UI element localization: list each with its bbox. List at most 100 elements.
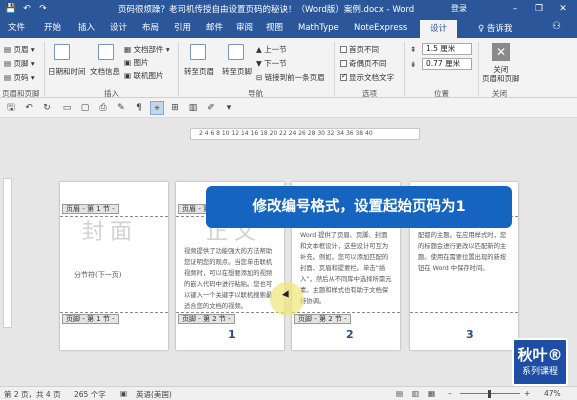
picture-button[interactable]: ▣ 图片: [124, 57, 148, 68]
share-icon[interactable]: ⚇: [552, 21, 561, 32]
tab-references[interactable]: 引用: [174, 21, 191, 36]
horizontal-ruler[interactable]: 2 4 6 8 10 12 14 16 18 20 22 24 26 28 30…: [190, 128, 420, 140]
header-top-icon: ⇞: [410, 45, 417, 54]
tab-review[interactable]: 审阅: [236, 21, 253, 36]
prev-section-button[interactable]: ▲ 上一节: [256, 44, 287, 55]
customize-icon[interactable]: ▾: [222, 101, 236, 115]
redo-icon[interactable]: ↷: [36, 2, 50, 16]
language[interactable]: 英语(美国): [136, 389, 172, 400]
web-layout-icon[interactable]: ▦: [428, 389, 435, 398]
pencil-icon[interactable]: ✐: [204, 101, 218, 115]
ribbon-separator: [478, 42, 479, 96]
zoom-out-icon[interactable]: –: [448, 389, 452, 398]
body-text[interactable]: Word 提供了页眉、页脚、封面和文本框设计，这些设计可互为补充。例如，您可以添…: [300, 230, 392, 312]
new-doc-icon[interactable]: ▭: [60, 101, 74, 115]
footer-tag: 页脚 - 第 2 节 -: [178, 314, 235, 324]
footer-tag: 页脚 - 第 2 节 -: [294, 314, 351, 324]
header-button[interactable]: ▤ 页眉 ▾: [4, 44, 35, 55]
tell-me-box[interactable]: ♀ 告诉我: [478, 22, 512, 34]
date-time-button[interactable]: 日期和时间: [48, 66, 86, 77]
footer-boundary: [292, 312, 400, 313]
close-window-button[interactable]: ✕: [554, 2, 572, 16]
read-mode-icon[interactable]: ▤: [396, 389, 403, 398]
zoom-slider-handle[interactable]: [488, 390, 491, 398]
tab-hf-design[interactable]: 设计: [420, 20, 458, 38]
open-icon[interactable]: ▢: [78, 101, 92, 115]
redo-icon[interactable]: ↻: [40, 101, 54, 115]
page-count[interactable]: 第 2 页，共 4 页: [4, 389, 61, 400]
save-icon[interactable]: 💾: [4, 2, 18, 16]
undo-icon[interactable]: ↶: [20, 2, 34, 16]
ribbon-separator: [178, 42, 179, 96]
footer-boundary: [60, 312, 168, 313]
quick-parts-button[interactable]: ▦ 文档部件 ▾: [124, 44, 170, 55]
header-position-input[interactable]: 1.5 厘米: [422, 43, 472, 55]
ribbon-tabs: 文件 开始 插入 设计 布局 引用 邮件 审阅 视图 MathType Note…: [0, 18, 577, 38]
footer-boundary: [176, 312, 284, 313]
insert-icon[interactable]: ⊞: [168, 101, 182, 115]
format-painter-icon[interactable]: ✎: [114, 101, 128, 115]
tab-insert[interactable]: 插入: [78, 21, 95, 36]
goto-header-button[interactable]: 转至页眉: [184, 66, 214, 77]
minimize-button[interactable]: –: [506, 2, 524, 16]
tab-layout[interactable]: 布局: [142, 21, 159, 36]
online-picture-button[interactable]: ▣ 联机图片: [124, 70, 163, 81]
tab-design[interactable]: 设计: [110, 21, 127, 36]
different-first-page-checkbox[interactable]: 首页不同: [340, 44, 379, 55]
save-icon[interactable]: 🖫: [4, 101, 18, 115]
body-text[interactable]: 配都的主题。在应用样式时，您的标题会进行更改以匹配新的主题。使用在需要位置出现的…: [418, 230, 510, 312]
footer-boundary: [410, 312, 518, 313]
ribbon-separator: [44, 42, 45, 96]
checkbox-icon: [340, 46, 347, 53]
maximize-button[interactable]: ❐: [530, 2, 548, 16]
header-icon: ▤: [4, 45, 12, 54]
proofing-icon[interactable]: ▣: [120, 389, 127, 398]
page-number-button[interactable]: ▤ 页码 ▾: [4, 72, 35, 83]
logo-line2: 系列课程: [521, 367, 558, 377]
page-number-icon: ▤: [4, 73, 12, 82]
zoom-in-icon[interactable]: +: [524, 389, 530, 398]
body-text[interactable]: 视频提供了功能强大的方法帮助您证明您的观点。当您单击联机视频时，可以在想要添加的…: [184, 246, 276, 312]
close-hf-icon: ✕: [492, 43, 510, 61]
ribbon-separator: [404, 42, 405, 96]
tab-noteexpress[interactable]: NoteExpress: [354, 21, 407, 36]
format-icon[interactable]: ¶: [132, 101, 146, 115]
section-break: 分节符(下一页): [74, 271, 122, 279]
instruction-banner: 修改编号格式，设置起始页码为1: [206, 186, 512, 228]
goto-header-icon: [190, 44, 206, 60]
footer-position-input[interactable]: 0.77 厘米: [422, 58, 472, 70]
goto-footer-button[interactable]: 转至页脚: [222, 66, 252, 77]
page-number[interactable]: 3: [466, 328, 474, 341]
tab-file[interactable]: 文件: [8, 21, 25, 36]
link-previous-button[interactable]: ⊟ 链接到前一条页眉: [256, 72, 325, 83]
date-time-icon: [54, 44, 70, 60]
vertical-ruler[interactable]: [3, 178, 12, 328]
page-1[interactable]: 页眉 - 第 1 节 - 封面 分节符(下一页) 页脚 - 第 1 节 -: [60, 182, 168, 350]
print-icon[interactable]: ⎙: [96, 101, 110, 115]
tab-mathtype[interactable]: MathType: [298, 21, 339, 36]
tab-view[interactable]: 视图: [266, 21, 283, 36]
ribbon: ▤ 页眉 ▾ ▤ 页脚 ▾ ▤ 页码 ▾ 页眉和页脚 日期和时间 文档信息 ▦ …: [0, 38, 577, 98]
next-icon: ▼: [256, 59, 262, 68]
print-layout-icon[interactable]: ▥: [412, 389, 419, 398]
zoom-level[interactable]: 47%: [544, 389, 561, 398]
selected-tool-icon[interactable]: ⌖: [150, 101, 164, 115]
close-hf-button[interactable]: 关闭 页眉和页脚: [482, 65, 520, 83]
next-section-button[interactable]: ▼ 下一节: [256, 58, 287, 69]
doc-info-icon: [98, 44, 114, 60]
login-link[interactable]: 登录: [451, 3, 467, 14]
tab-home[interactable]: 开始: [44, 21, 61, 36]
footer-button[interactable]: ▤ 页脚 ▾: [4, 58, 35, 69]
table-icon[interactable]: ▥: [186, 101, 200, 115]
odd-even-checkbox[interactable]: 奇偶页不同: [340, 58, 387, 69]
page-number[interactable]: 2: [346, 328, 354, 341]
footer-tag: 页脚 - 第 1 节 -: [62, 314, 119, 324]
page-number[interactable]: 1: [228, 328, 236, 341]
show-doc-text-checkbox[interactable]: 显示文档文字: [340, 72, 394, 83]
link-icon: ⊟: [256, 73, 263, 82]
doc-info-button[interactable]: 文档信息: [90, 66, 120, 77]
word-count[interactable]: 265 个字: [74, 389, 106, 400]
tab-mailings[interactable]: 邮件: [206, 21, 223, 36]
undo-icon[interactable]: ↶: [22, 101, 36, 115]
quick-parts-icon: ▦: [124, 45, 132, 54]
